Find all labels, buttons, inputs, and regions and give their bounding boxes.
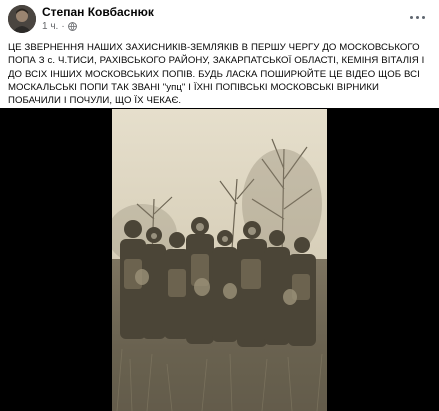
globe-icon[interactable] (67, 22, 77, 31)
video-frame (112, 109, 327, 411)
more-options-icon[interactable] (405, 8, 429, 26)
more-dot (421, 15, 425, 19)
post-video[interactable] (112, 109, 327, 411)
avatar-photo (8, 5, 36, 33)
post-meta: 1 ч. · (42, 21, 77, 32)
post-header: Степан Ковбаснюк 1 ч. · (0, 0, 439, 38)
avatar[interactable] (8, 5, 36, 33)
post-text: ЦЕ ЗВЕРНЕННЯ НАШИХ ЗАХИСНИКІВ-ЗЕМЛЯКІВ В… (8, 42, 425, 107)
more-dot (415, 15, 419, 19)
post-timestamp[interactable]: 1 ч. (42, 21, 58, 32)
more-dot (409, 15, 413, 19)
meta-separator: · (61, 21, 65, 32)
author-name[interactable]: Степан Ковбаснюк (42, 5, 154, 19)
